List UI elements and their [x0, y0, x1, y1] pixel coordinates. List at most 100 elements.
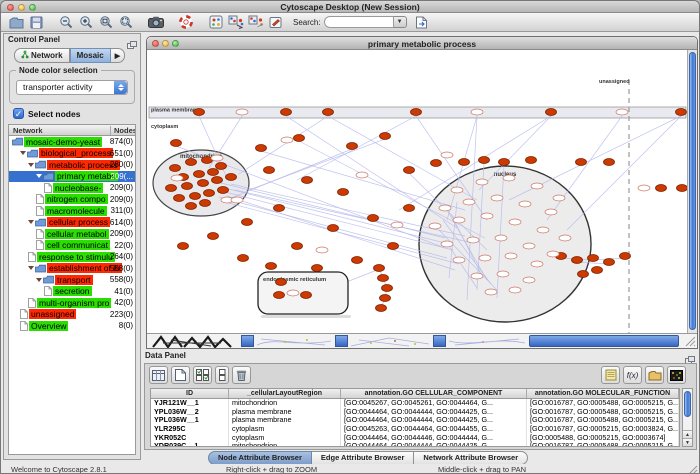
- horizontal-scrollbar-thumb[interactable]: [529, 335, 679, 347]
- graph-node[interactable]: [380, 295, 391, 302]
- graph-node[interactable]: [274, 205, 285, 212]
- node-color-combobox[interactable]: transporter activity: [16, 80, 128, 95]
- tree-row[interactable]: establishment of lo558(0): [9, 263, 135, 275]
- table-row[interactable]: YKR052Ccytoplasm[GO:0044464, GO:0044446,…: [151, 434, 679, 443]
- graph-node[interactable]: [218, 187, 229, 194]
- graph-node[interactable]: [479, 255, 491, 261]
- graph-node[interactable]: [186, 159, 197, 166]
- tree-row[interactable]: cellular process614(0): [9, 217, 135, 229]
- background-window-button[interactable]: [335, 335, 348, 347]
- tree-row-label[interactable]: unassigned: [29, 309, 76, 319]
- tree-row[interactable]: multi-organism pro42(0): [9, 297, 135, 309]
- graph-node[interactable]: [497, 271, 509, 277]
- graph-node[interactable]: [485, 289, 497, 295]
- graph-node[interactable]: [453, 217, 465, 223]
- tree-row-label[interactable]: cellular metabol: [45, 229, 109, 239]
- graph-node[interactable]: [287, 290, 299, 296]
- graph-node[interactable]: [216, 163, 227, 170]
- tree-row[interactable]: nitrogen compo209(0): [9, 194, 135, 206]
- graph-node[interactable]: [677, 185, 688, 192]
- table-cell[interactable]: [GO:0044464, GO:0044444, GO:0044425, G..…: [341, 442, 527, 447]
- graph-node[interactable]: [572, 257, 583, 264]
- duplicate-view-icon[interactable]: [227, 14, 245, 31]
- table-cell[interactable]: YPL036W__1: [151, 416, 229, 425]
- unselect-attributes-icon[interactable]: [215, 366, 229, 384]
- graph-node[interactable]: [170, 165, 181, 172]
- tree-row-label[interactable]: multi-organism pro: [37, 298, 111, 308]
- graph-node[interactable]: [374, 265, 385, 272]
- graph-node[interactable]: [174, 195, 185, 202]
- tree-row-label[interactable]: nitrogen compo: [45, 194, 108, 204]
- table-cell[interactable]: cytoplasm: [229, 425, 341, 434]
- table-row[interactable]: YPL036W__2plasma membrane[GO:0044464, GO…: [151, 408, 679, 417]
- graph-node[interactable]: [301, 292, 312, 299]
- graph-node[interactable]: [476, 179, 488, 185]
- tree-row-label[interactable]: mosaic-demo-yeast: [24, 137, 102, 147]
- graph-node[interactable]: [190, 193, 201, 200]
- graph-node[interactable]: [559, 235, 571, 241]
- graph-node[interactable]: [441, 152, 453, 158]
- more-tabs-button[interactable]: ▶: [111, 48, 125, 63]
- node-attribute-table[interactable]: ID_cellularLayoutRegionannotation.GO CEL…: [150, 388, 680, 447]
- table-row[interactable]: YPL036W__1plasma membrane[GO:0044464, GO…: [151, 416, 679, 425]
- graph-node[interactable]: [463, 199, 475, 205]
- graph-node[interactable]: [186, 203, 197, 210]
- matrix-icon[interactable]: [667, 366, 686, 384]
- table-scrollbar-thumb[interactable]: [684, 391, 691, 417]
- tree-row-label[interactable]: primary metabo: [55, 171, 118, 181]
- tree-row[interactable]: cell communicat22(0): [9, 240, 135, 252]
- table-cell[interactable]: mitochondrion: [229, 442, 341, 447]
- graph-node[interactable]: [368, 215, 379, 222]
- graph-node[interactable]: [431, 160, 442, 167]
- graph-node[interactable]: [471, 273, 483, 279]
- tree-header[interactable]: Network Nodes: [9, 125, 135, 136]
- graph-node[interactable]: [505, 253, 517, 259]
- graph-node[interactable]: [553, 195, 565, 201]
- graph-node[interactable]: [166, 185, 177, 192]
- select-attributes-icon[interactable]: [193, 366, 212, 384]
- graph-node[interactable]: [208, 169, 219, 176]
- tree-row-label[interactable]: Overview: [29, 321, 68, 331]
- delete-attribute-icon[interactable]: [232, 366, 251, 384]
- graph-node[interactable]: [182, 183, 193, 190]
- table-cell[interactable]: YJR121W__1: [151, 399, 229, 408]
- network-canvas[interactable]: plasma membranecytoplasmmitochondrionnuc…: [147, 50, 688, 334]
- function-builder-icon[interactable]: f(x): [623, 366, 642, 384]
- scroll-down-arrow[interactable]: ▼: [683, 438, 692, 446]
- background-window-button[interactable]: [241, 335, 254, 347]
- table-cell[interactable]: plasma membrane: [229, 416, 341, 425]
- graph-node[interactable]: [323, 109, 334, 116]
- notes-icon[interactable]: [601, 366, 620, 384]
- graph-node[interactable]: [212, 177, 223, 184]
- table-column-header[interactable]: _cellularLayoutRegion: [229, 389, 341, 398]
- graph-node[interactable]: [616, 109, 628, 115]
- tree-row[interactable]: cellular metabol209(0): [9, 228, 135, 240]
- graph-node[interactable]: [459, 159, 470, 166]
- graph-node[interactable]: [302, 177, 313, 184]
- graph-node[interactable]: [509, 219, 521, 225]
- attribute-panel-icon[interactable]: [149, 366, 168, 384]
- table-column-header[interactable]: annotation.GO CELLULAR_COMPONENT: [341, 389, 527, 398]
- advanced-search-icon[interactable]: [413, 14, 431, 31]
- graph-node[interactable]: [588, 255, 599, 262]
- search-input[interactable]: [324, 16, 394, 28]
- graph-node[interactable]: [238, 255, 249, 262]
- table-cell[interactable]: cytoplasm: [229, 434, 341, 443]
- graph-node[interactable]: [171, 140, 182, 147]
- graph-node[interactable]: [171, 175, 183, 181]
- table-cell[interactable]: [GO:0045267, GO:0045261, GO:0044464, G..…: [341, 399, 527, 408]
- table-cell[interactable]: mitochondrion: [229, 399, 341, 408]
- graph-node[interactable]: [316, 247, 328, 253]
- open-session-icon[interactable]: [7, 14, 25, 31]
- graph-node[interactable]: [178, 243, 189, 250]
- table-vertical-scrollbar[interactable]: ▲ ▼: [682, 388, 693, 447]
- tab-edge-attribute-browser[interactable]: Edge Attribute Browser: [312, 451, 414, 465]
- tree-expander-icon[interactable]: [36, 278, 42, 282]
- graph-node[interactable]: [266, 263, 277, 270]
- tab-network-attribute-browser[interactable]: Network Attribute Browser: [414, 451, 528, 465]
- tree-row-label[interactable]: nucleobase-: [53, 183, 103, 193]
- tab-node-attribute-browser[interactable]: Node Attribute Browser: [208, 451, 312, 465]
- graph-node[interactable]: [547, 251, 559, 257]
- tree-row[interactable]: biological_process651(0): [9, 148, 135, 160]
- graph-node[interactable]: [526, 157, 537, 164]
